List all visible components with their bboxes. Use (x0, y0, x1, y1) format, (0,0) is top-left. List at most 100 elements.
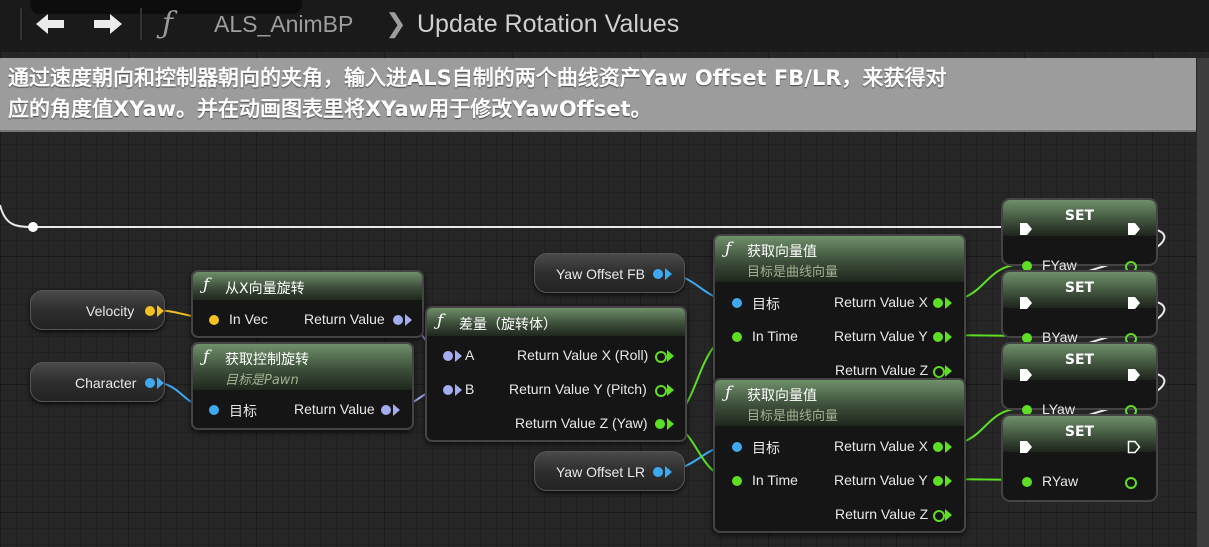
function-icon: ƒ (203, 347, 210, 367)
pin-arrow-icon (665, 466, 672, 478)
blueprint-graph-canvas[interactable]: ƒ ALS_AnimBP ❯ Update Rotation Values 通过… (0, 0, 1209, 547)
reroute-node (28, 222, 38, 232)
yaw-offset-fb-variable-node[interactable]: Yaw Offset FB (534, 253, 685, 293)
pin-arrow-icon (945, 297, 952, 309)
return-value-pin[interactable] (381, 405, 391, 415)
yaw-offset-fb-output-pin[interactable] (653, 269, 663, 279)
function-icon: ƒ (203, 275, 210, 295)
return-x-label: Return Value X (Roll) (517, 347, 649, 363)
return-z-pin[interactable] (933, 366, 945, 378)
target-pin[interactable] (732, 298, 742, 308)
return-z-label: Return Value Z (835, 362, 929, 378)
velocity-variable-node[interactable]: Velocity (30, 290, 165, 330)
yaw-offset-lr-output-pin[interactable] (653, 467, 663, 477)
breadcrumb-chevron-icon: ❯ (385, 8, 407, 38)
return-z-pin[interactable] (933, 510, 945, 522)
in-time-pin[interactable] (732, 332, 742, 342)
pin-arrow-icon (945, 365, 952, 377)
in-vec-pin[interactable] (209, 315, 219, 325)
node-subtitle: 目标是曲线向量 (747, 265, 839, 280)
in-time-pin[interactable] (732, 476, 742, 486)
pin-arrow-icon (667, 418, 674, 430)
node-title: 获取向量值 (747, 388, 817, 404)
scrollbar[interactable] (1197, 58, 1209, 547)
function-icon: ƒ (162, 6, 174, 41)
back-arrow-icon[interactable] (30, 10, 70, 38)
return-x-pin[interactable] (933, 298, 943, 308)
return-z-label: Return Value Z (835, 506, 929, 522)
return-x-pin[interactable] (655, 351, 667, 363)
set-byaw-node[interactable]: SET BYaw (1001, 270, 1158, 345)
comment-line-2: 应的角度值XYaw。并在动画图表里将XYaw用于修改YawOffset。 (8, 97, 652, 121)
pin-arrow-icon (405, 314, 412, 326)
value-in-pin[interactable] (1022, 477, 1032, 487)
variable-label: RYaw (1042, 473, 1079, 489)
pin-arrow-icon (455, 350, 462, 362)
return-x-label: Return Value X (834, 438, 928, 454)
set-fyaw-node[interactable]: SET FYaw (1001, 198, 1158, 273)
return-y-label: Return Value Y (Pitch) (509, 381, 647, 397)
forward-arrow-icon[interactable] (88, 10, 128, 38)
exec-out-pin-icon[interactable] (1127, 368, 1141, 382)
return-y-pin[interactable] (655, 385, 667, 397)
return-y-label: Return Value Y (834, 472, 928, 488)
target-pin[interactable] (209, 405, 219, 415)
velocity-label: Velocity (86, 303, 135, 319)
character-output-pin[interactable] (145, 378, 155, 388)
graph-title-bar: ƒ ALS_AnimBP ❯ Update Rotation Values (0, 0, 1209, 52)
breadcrumb-graph-name: Update Rotation Values (417, 10, 680, 38)
exec-out-pin-icon[interactable] (1127, 222, 1141, 236)
breadcrumb-blueprint[interactable]: ALS_AnimBP (214, 11, 353, 38)
get-vector-value-node[interactable]: ƒ 获取向量值 目标是曲线向量 目标 In Time Return Value … (713, 234, 966, 386)
velocity-output-pin[interactable] (145, 306, 155, 316)
exec-out-pin-icon[interactable] (1127, 296, 1141, 310)
node-title: SET (1064, 424, 1095, 440)
comment-line-1: 通过速度朝向和控制器朝向的夹角，输入进ALS自制的两个曲线资产Yaw Offse… (8, 66, 947, 90)
pin-arrow-icon (455, 384, 462, 396)
node-title: SET (1064, 280, 1095, 296)
yaw-offset-lr-label: Yaw Offset LR (556, 464, 645, 480)
delta-rotator-node[interactable]: ƒ 差量（旋转体） A B Return Value X (Roll) Retu… (425, 306, 687, 442)
exec-out-pin-icon[interactable] (1127, 440, 1141, 454)
return-y-pin[interactable] (933, 476, 943, 486)
function-icon: ƒ (725, 383, 732, 403)
node-header: ƒ 差量（旋转体） (427, 308, 685, 336)
return-value-pin[interactable] (393, 315, 403, 325)
exec-in-pin-icon[interactable] (1019, 222, 1033, 236)
return-x-label: Return Value X (834, 294, 928, 310)
comment-box[interactable]: 通过速度朝向和控制器朝向的夹角，输入进ALS自制的两个曲线资产Yaw Offse… (0, 58, 1196, 132)
node-title: SET (1064, 352, 1095, 368)
set-ryaw-node[interactable]: SET RYaw (1001, 414, 1158, 502)
target-label: 目标 (752, 296, 780, 312)
get-control-rotation-node[interactable]: ƒ 获取控制旋转 目标是Pawn 目标 Return Value (191, 342, 414, 430)
get-vector-value-node[interactable]: ƒ 获取向量值 目标是曲线向量 目标 In Time Return Value … (713, 378, 966, 533)
node-subtitle: 目标是Pawn (225, 373, 299, 388)
value-out-pin[interactable] (1125, 477, 1137, 489)
node-header: ƒ 获取控制旋转 目标是Pawn (193, 344, 412, 390)
return-z-pin[interactable] (655, 419, 665, 429)
in-vec-label: In Vec (229, 311, 268, 327)
pin-arrow-icon (665, 268, 672, 280)
exec-in-pin-icon[interactable] (1019, 368, 1033, 382)
exec-in-pin-icon[interactable] (1019, 440, 1033, 454)
pin-arrow-icon (157, 305, 164, 317)
return-y-pin[interactable] (933, 332, 943, 342)
target-label: 目标 (752, 440, 780, 456)
a-pin[interactable] (443, 351, 453, 361)
rotation-from-x-vector-node[interactable]: ƒ 从X向量旋转 In Vec Return Value (191, 270, 424, 338)
node-title: 差量（旋转体） (459, 317, 557, 333)
character-variable-node[interactable]: Character (30, 362, 165, 402)
exec-in-pin-icon[interactable] (1019, 296, 1033, 310)
divider (20, 8, 22, 40)
in-time-label: In Time (752, 328, 798, 344)
target-label: 目标 (229, 403, 257, 419)
node-header: ƒ 获取向量值 目标是曲线向量 (715, 236, 964, 282)
pin-arrow-icon (667, 384, 674, 396)
yaw-offset-lr-variable-node[interactable]: Yaw Offset LR (534, 451, 685, 491)
set-lyaw-node[interactable]: SET LYaw (1001, 342, 1158, 417)
b-pin[interactable] (443, 385, 453, 395)
target-pin[interactable] (732, 442, 742, 452)
return-x-pin[interactable] (933, 442, 943, 452)
a-label: A (465, 347, 475, 363)
node-header: ƒ 获取向量值 目标是曲线向量 (715, 380, 964, 426)
